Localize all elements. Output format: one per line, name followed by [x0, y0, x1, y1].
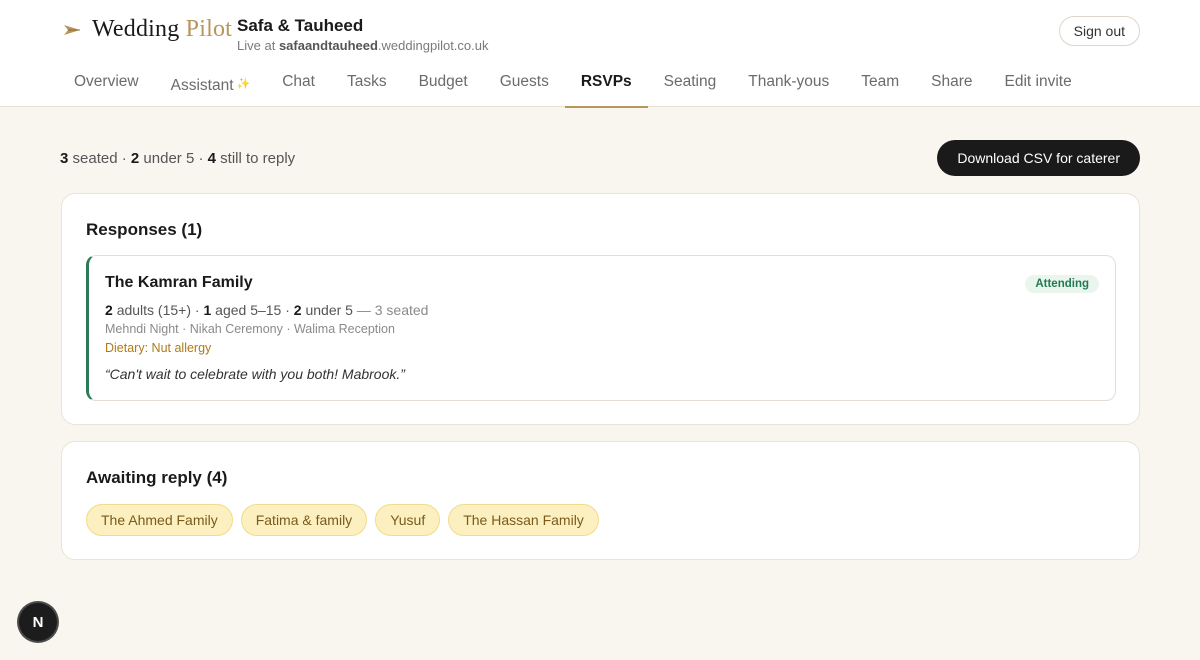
main-nav: Overview Assistant ✨ Chat Tasks Budget Gu…: [58, 60, 1088, 108]
brand-logo[interactable]: Wedding Pilot: [62, 16, 232, 43]
tab-seating[interactable]: Seating: [648, 60, 733, 107]
response-counts: 2 adults (15+) · 1 aged 5–15 · 2 under 5…: [105, 302, 429, 318]
couple-name: Safa & Tauheed: [237, 16, 364, 35]
download-csv-button[interactable]: Download CSV for caterer: [937, 140, 1140, 176]
tab-share[interactable]: Share: [915, 60, 988, 107]
sparkle-icon: ✨: [236, 78, 251, 90]
awaiting-card: Awaiting reply (4) The Ahmed Family Fati…: [61, 441, 1140, 560]
responses-title: Responses (1): [86, 220, 203, 239]
tab-guests[interactable]: Guests: [484, 60, 565, 107]
response-note: “Can't wait to celebrate with you both! …: [105, 366, 405, 382]
app-header: Wedding Pilot Safa & Tauheed Live at saf…: [0, 0, 1200, 108]
tab-edit-invite[interactable]: Edit invite: [989, 60, 1088, 107]
tab-team[interactable]: Team: [845, 60, 915, 107]
tab-budget[interactable]: Budget: [403, 60, 484, 107]
tab-rsvps[interactable]: RSVPs: [564, 60, 648, 108]
live-url[interactable]: Live at safaandtauheed.weddingpilot.co.u…: [237, 38, 489, 53]
awaiting-chip[interactable]: Fatima & family: [240, 504, 368, 536]
response-events: Mehndi Night · Nikah Ceremony · Walima R…: [105, 322, 395, 336]
dev-tools-badge[interactable]: N: [19, 603, 57, 641]
response-item: The Kamran Family Attending 2 adults (15…: [86, 255, 1116, 401]
awaiting-title: Awaiting reply (4): [86, 468, 228, 487]
response-dietary: Dietary: Nut allergy: [105, 341, 212, 355]
status-badge: Attending: [1025, 275, 1099, 293]
awaiting-chip[interactable]: Yusuf: [375, 504, 441, 536]
tab-thank-yous[interactable]: Thank-yous: [732, 60, 845, 107]
rsvp-summary: 3 seated · 2 under 5 · 4 still to reply: [60, 150, 296, 167]
tab-tasks[interactable]: Tasks: [331, 60, 403, 107]
awaiting-chip[interactable]: The Hassan Family: [448, 504, 599, 536]
awaiting-chip[interactable]: The Ahmed Family: [86, 504, 233, 536]
response-family-name: The Kamran Family: [105, 274, 253, 291]
tab-chat[interactable]: Chat: [266, 60, 331, 107]
couple-info: Safa & Tauheed Live at safaandtauheed.we…: [237, 16, 489, 53]
sign-out-button[interactable]: Sign out: [1058, 16, 1140, 46]
tab-assistant[interactable]: Assistant ✨: [155, 60, 267, 107]
paper-plane-icon: [64, 24, 80, 35]
tab-overview[interactable]: Overview: [58, 60, 155, 107]
responses-card: Responses (1) The Kamran Family Attendin…: [61, 193, 1140, 425]
awaiting-chips: The Ahmed Family Fatima & family Yusuf T…: [86, 504, 599, 536]
brand-name: Wedding Pilot: [92, 16, 233, 42]
